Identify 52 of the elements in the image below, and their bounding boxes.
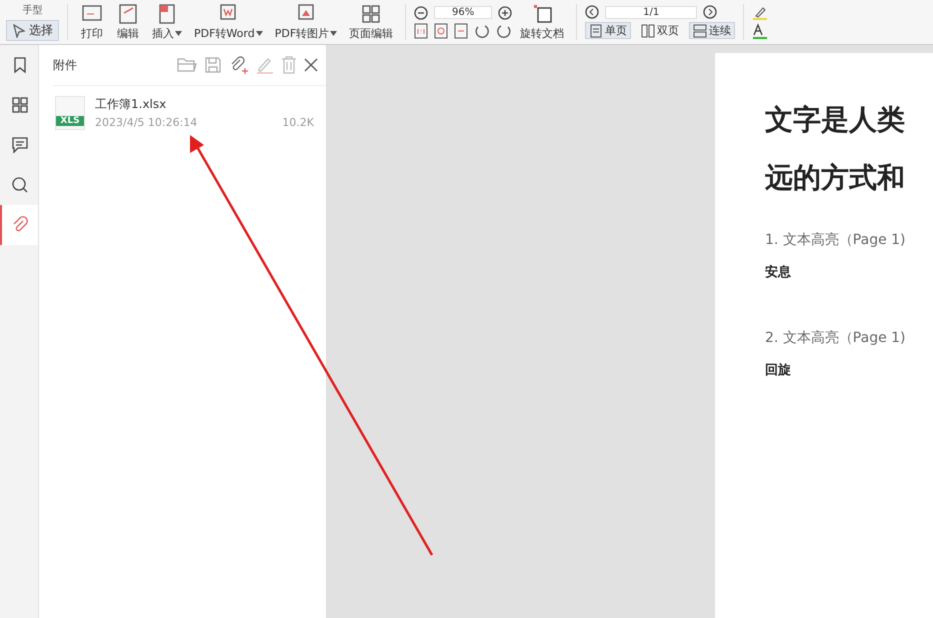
text-color-icon[interactable] xyxy=(752,22,768,38)
document-heading: 远的方式和 xyxy=(765,160,906,196)
toolbar-button[interactable]: PDF转Word xyxy=(190,4,267,40)
toolbar-button[interactable]: 插入 xyxy=(148,4,186,40)
spreadsheet-file-icon: XLS xyxy=(55,96,85,130)
view-mode-button[interactable]: 双页 xyxy=(637,22,684,39)
add-attachment-icon[interactable] xyxy=(229,56,249,74)
annotation-text: 安息 xyxy=(765,264,792,281)
thumbnails-icon xyxy=(11,96,29,114)
print-icon xyxy=(80,4,104,24)
page-number-field[interactable]: 1/1 xyxy=(605,6,698,18)
highlight-icon[interactable] xyxy=(752,6,768,20)
caret-icon xyxy=(330,30,338,36)
attachment-icon xyxy=(11,216,29,234)
close-icon[interactable] xyxy=(304,58,318,72)
comment-icon xyxy=(11,136,29,154)
file-size: 10.2K xyxy=(282,116,314,129)
rotate-left-icon[interactable] xyxy=(474,22,490,38)
toolbar-button[interactable]: 打印 xyxy=(76,4,108,40)
search-icon xyxy=(11,176,29,194)
caret-icon xyxy=(175,30,182,36)
rotate-right-icon[interactable] xyxy=(496,22,512,38)
select-tool-button[interactable]: 选择 xyxy=(6,20,59,41)
toolbar-button[interactable]: 页面编辑 xyxy=(345,4,398,40)
actual-size-icon[interactable] xyxy=(414,22,428,38)
continuous-page-icon xyxy=(693,24,708,38)
annotation-title: 2. 文本高亮（Page 1) xyxy=(765,329,907,347)
panel-title: 附件 xyxy=(53,56,77,74)
next-page-icon[interactable] xyxy=(703,5,718,19)
double-page-icon xyxy=(641,24,656,38)
sidebar-tab[interactable] xyxy=(0,205,38,245)
toolbar-button[interactable]: 编辑 xyxy=(112,4,144,40)
previous-page-icon[interactable] xyxy=(585,5,600,19)
document-heading: 文字是人类 xyxy=(765,102,906,138)
zoom-field[interactable]: 96% xyxy=(434,6,492,19)
view-mode-button[interactable]: 单页 xyxy=(585,22,632,39)
cursor-icon xyxy=(12,24,26,38)
zoom-out-icon[interactable] xyxy=(414,6,428,20)
file-date: 2023/4/5 10:26:14 xyxy=(95,116,198,129)
single-page-icon xyxy=(589,24,604,38)
hand-tool[interactable]: 手型 xyxy=(22,3,42,17)
rotate-document-button[interactable]: 旋转文档 xyxy=(516,4,568,40)
annotation-text: 回旋 xyxy=(765,362,792,379)
fit-width-icon[interactable] xyxy=(454,22,468,38)
toolbar-button[interactable]: PDF转图片 xyxy=(270,4,342,40)
zoom-in-icon[interactable] xyxy=(498,6,512,20)
attachment-item[interactable]: XLS 工作簿1.xlsx 2023/4/5 10:26:14 10.2K xyxy=(39,86,326,140)
view-mode-button[interactable]: 连续 xyxy=(689,22,736,39)
file-name: 工作簿1.xlsx xyxy=(95,96,168,113)
annotation-title: 1. 文本高亮（Page 1) xyxy=(765,231,907,249)
fit-page-icon[interactable] xyxy=(434,22,448,38)
caret-icon xyxy=(256,30,263,36)
